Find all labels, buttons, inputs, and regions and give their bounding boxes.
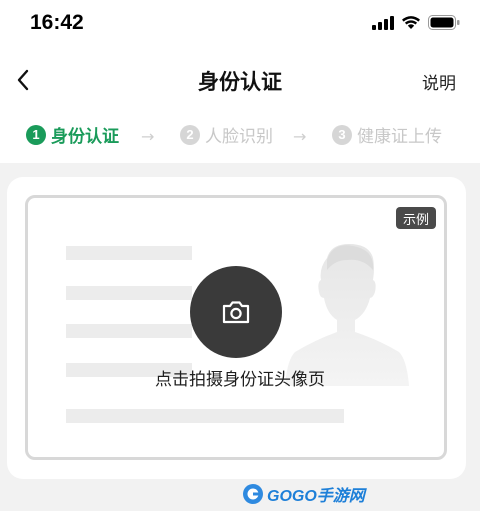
status-bar: 16:42 bbox=[0, 0, 480, 50]
gogo-logo-icon bbox=[243, 484, 263, 504]
page-title: 身份认证 bbox=[198, 70, 282, 94]
step-arrow: → bbox=[293, 127, 307, 146]
nav-bar: 身份认证 说明 bbox=[0, 55, 480, 105]
status-time: 16:42 bbox=[30, 11, 84, 34]
step-number: 1 bbox=[26, 124, 46, 145]
camera-button[interactable] bbox=[190, 266, 282, 358]
step-indicator: 1 身份认证 → 2 人脸识别 → 3 健康证上传 bbox=[0, 118, 480, 154]
wifi-icon bbox=[402, 16, 420, 29]
example-badge: 示例 bbox=[396, 207, 436, 229]
step-number: 2 bbox=[180, 124, 200, 145]
placeholder-line bbox=[66, 286, 192, 300]
help-link[interactable]: 说明 bbox=[422, 69, 456, 94]
capture-instruction: 点击拍摄身份证头像页 bbox=[155, 370, 325, 390]
step-label: 人脸识别 bbox=[205, 127, 273, 147]
step-2: 2 人脸识别 bbox=[180, 122, 273, 147]
camera-icon bbox=[222, 301, 250, 324]
step-label: 健康证上传 bbox=[357, 127, 442, 147]
step-1: 1 身份认证 bbox=[26, 122, 119, 147]
placeholder-line bbox=[66, 409, 344, 423]
placeholder-line bbox=[66, 324, 192, 338]
cellular-signal-icon bbox=[372, 15, 394, 30]
battery-icon bbox=[428, 15, 460, 30]
watermark-text: GOGO手游网 bbox=[267, 488, 365, 505]
status-icons bbox=[372, 15, 460, 30]
step-3: 3 健康证上传 bbox=[332, 122, 442, 147]
step-label: 身份认证 bbox=[51, 127, 119, 147]
step-arrow: → bbox=[141, 127, 155, 146]
placeholder-line bbox=[66, 246, 192, 260]
watermark-logo: GOGO手游网 bbox=[242, 481, 365, 507]
step-number: 3 bbox=[332, 124, 352, 145]
